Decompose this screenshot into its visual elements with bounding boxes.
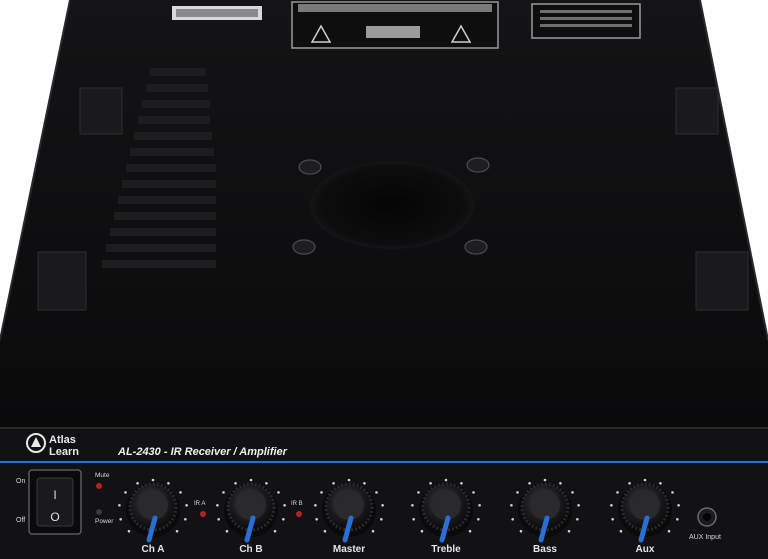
knob-label: Bass <box>533 544 557 555</box>
switch-on-glyph: I <box>53 488 56 502</box>
knob-label: Treble <box>431 544 461 555</box>
product-photo: Atlas Learn AL-2430 - IR Receiver / Ampl… <box>0 0 768 559</box>
aux-label: AUX Input <box>689 534 721 541</box>
ir-a-label: IR A <box>194 501 205 507</box>
model-title: AL-2430 - IR Receiver / Amplifier <box>117 446 288 458</box>
switch-off-label: Off <box>16 517 25 524</box>
spec-sticker <box>531 3 641 39</box>
ir-b-label: IR B <box>291 501 303 507</box>
warning-sticker <box>291 1 499 49</box>
knob-label: Master <box>333 544 365 555</box>
switch-off-glyph: O <box>50 510 59 524</box>
knob-label: Aux <box>636 544 655 555</box>
rocker-switch-icon[interactable]: I O <box>28 469 82 535</box>
mute-label: Mute <box>95 472 110 479</box>
mute-led-icon <box>96 483 102 489</box>
ir-a-led-icon <box>200 511 206 517</box>
brand-line1: Atlas <box>49 434 76 446</box>
power-led-icon <box>96 509 102 515</box>
switch-on-label: On <box>16 478 25 485</box>
mount-hole <box>310 161 474 249</box>
power-label: Power <box>95 518 114 525</box>
knob-label: Ch A <box>142 544 165 555</box>
brand-line2: Learn <box>49 446 79 458</box>
top-sticker-left <box>172 6 262 20</box>
aux-jack-icon[interactable] <box>697 507 717 527</box>
amplifier-illustration: Atlas Learn AL-2430 - IR Receiver / Ampl… <box>0 0 768 559</box>
ir-b-led-icon <box>296 511 302 517</box>
knob-label: Ch B <box>239 544 262 555</box>
